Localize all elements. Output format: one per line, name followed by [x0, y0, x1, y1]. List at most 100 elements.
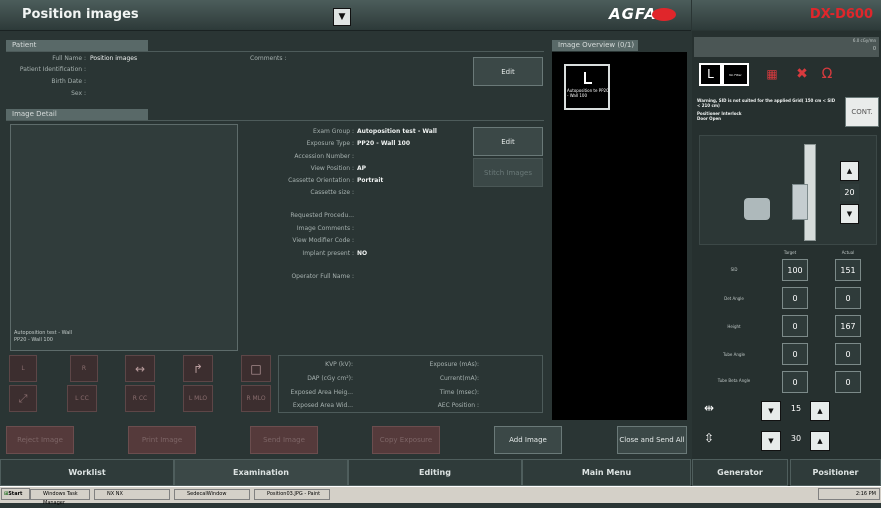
height-target-input[interactable]: 0: [782, 315, 808, 337]
exam-group-label: Exam Group :: [313, 128, 354, 135]
det-angle-label: Det Angle: [724, 296, 744, 301]
print-image-button[interactable]: Print Image: [128, 426, 196, 454]
det-angle-target-input[interactable]: 0: [782, 287, 808, 309]
height-up-button[interactable]: ▲: [840, 161, 859, 181]
aec-position-label: AEC Position :: [437, 402, 479, 409]
collimator-vertical-icon: ⇳: [704, 431, 715, 445]
tube-beta-target-input[interactable]: 0: [782, 371, 808, 393]
reject-image-button[interactable]: Reject Image: [6, 426, 74, 454]
close-and-send-all-button[interactable]: Close and Send All: [617, 426, 687, 454]
patient-edit-button[interactable]: Edit: [473, 57, 543, 86]
generator-status-bar: 6.0 cGy/mn 0: [694, 37, 879, 57]
device-title-bar: DX-D600: [692, 0, 881, 30]
height-display: 20: [840, 184, 859, 201]
sid-target-input[interactable]: 100: [782, 259, 808, 281]
collim-v-up-button[interactable]: ▲: [810, 431, 830, 451]
exposed-area-width-label: Exposed Area Wid...: [292, 402, 353, 409]
exposure-blocked-icon: ✖: [796, 66, 808, 82]
tab-examination[interactable]: Examination: [174, 459, 348, 486]
resize-icon[interactable]: ⤢: [9, 385, 37, 412]
generator-dose-rate: 6.0 cGy/mn: [852, 38, 876, 43]
image-comments-label: Image Comments :: [296, 225, 354, 232]
aec-icon: Ω: [821, 66, 833, 82]
tab-editing[interactable]: Editing: [348, 459, 522, 486]
cassette-size-label: Cassette size :: [310, 189, 354, 196]
time-label: Time (msec):: [439, 389, 479, 396]
height-actual-value: 167: [835, 315, 861, 337]
height-label: Height: [727, 324, 741, 329]
title-bar: Position images ▼ AGFA: [0, 0, 691, 31]
image-thumbnail[interactable]: Autoposition te PP20 - Wall 100: [564, 64, 610, 110]
flip-horizontal-icon[interactable]: ↔: [125, 355, 155, 382]
title-dropdown-button[interactable]: ▼: [333, 8, 351, 26]
grid-icon[interactable]: ▦: [762, 63, 782, 85]
taskbar-paint[interactable]: Position03.JPG - Paint: [254, 489, 330, 500]
collim-h-up-button[interactable]: ▲: [810, 401, 830, 421]
implant-present-label: Implant present :: [302, 250, 354, 257]
continue-button[interactable]: CONT.: [845, 97, 879, 127]
taskbar-clock: 2:16 PM: [818, 488, 880, 500]
device-name: DX-D600: [809, 7, 873, 22]
start-button[interactable]: ⊞Start: [1, 488, 30, 500]
taskbar-sedecal[interactable]: SedecalWindow: [174, 489, 250, 500]
tube-angle-label: Tube Angle: [722, 352, 746, 357]
cassette-orientation-value: Portrait: [357, 177, 384, 184]
thumbnail-l-marker-icon: [584, 72, 592, 84]
tool-l-button[interactable]: L: [9, 355, 37, 382]
taskbar-nx[interactable]: NX NX: [94, 489, 170, 500]
accession-number-label: Accession Number :: [294, 153, 354, 160]
birth-date-label: Birth Date :: [51, 78, 86, 85]
image-overview-header: Image Overview (0/1): [552, 40, 638, 51]
collim-h-value: 15: [790, 404, 802, 413]
add-image-button[interactable]: Add Image: [494, 426, 562, 454]
preview-caption-exam: Autoposition test - Wall: [14, 330, 73, 336]
xray-tube-icon: [744, 198, 770, 220]
implant-present-value: NO: [357, 250, 368, 257]
rotate-icon[interactable]: ↱: [183, 355, 213, 382]
tab-main-menu[interactable]: Main Menu: [522, 459, 691, 486]
height-down-button[interactable]: ▼: [840, 204, 859, 224]
preview-caption-exposure: PP20 - Wall 100: [14, 337, 53, 343]
generator-panel: [692, 31, 881, 459]
exposure-mas-label: Exposure (mAs):: [429, 361, 479, 368]
tab-positioner[interactable]: Positioner: [790, 459, 881, 486]
image-preview[interactable]: Autoposition test - Wall PP20 - Wall 100: [10, 124, 238, 351]
tab-generator[interactable]: Generator: [692, 459, 788, 486]
exposed-area-height-label: Exposed Area Heig...: [290, 389, 353, 396]
operator-name-label: Operator Full Name :: [291, 273, 354, 280]
tool-r-mlo-button[interactable]: R MLO: [241, 385, 271, 412]
target-header: Target: [783, 250, 797, 255]
detail-edit-button[interactable]: Edit: [473, 127, 543, 156]
cassette-orientation-label: Cassette Orientation :: [288, 177, 354, 184]
send-image-button[interactable]: Send Image: [250, 426, 318, 454]
full-name-label: Full Name :: [52, 55, 86, 62]
door-open-status: Door Open: [697, 116, 722, 121]
det-angle-actual-value: 0: [835, 287, 861, 309]
detector-icon[interactable]: L: [699, 63, 722, 86]
stitch-images-button[interactable]: Stitch Images: [473, 158, 543, 187]
tool-r-cc-button[interactable]: R CC: [125, 385, 155, 412]
tool-r-button[interactable]: R: [70, 355, 98, 382]
collim-v-down-button[interactable]: ▼: [761, 431, 781, 451]
taskbar-task-manager[interactable]: Windows Task Manager: [30, 489, 90, 506]
tube-angle-target-input[interactable]: 0: [782, 343, 808, 365]
tube-angle-actual-value: 0: [835, 343, 861, 365]
view-position-value: AP: [357, 165, 367, 172]
crop-icon[interactable]: □: [241, 355, 271, 382]
tool-l-mlo-button[interactable]: L MLO: [183, 385, 213, 412]
collim-v-value: 30: [790, 434, 802, 443]
view-position-label: View Position :: [310, 165, 354, 172]
filter-selector[interactable]: No Filter: [722, 63, 749, 86]
copy-exposure-button[interactable]: Copy Exposure: [372, 426, 440, 454]
sex-label: Sex :: [71, 90, 86, 97]
kvp-label: KVP (kV):: [325, 361, 353, 368]
page-title: Position images: [22, 7, 139, 22]
requested-procedure-label: Requested Procedu...: [290, 212, 354, 219]
sid-label: SID: [730, 267, 738, 272]
tab-worklist[interactable]: Worklist: [0, 459, 174, 486]
generator-dose-value: 0: [872, 46, 876, 52]
positioner-diagram: ▲ 20 ▼: [699, 135, 877, 245]
tool-l-cc-button[interactable]: L CC: [67, 385, 97, 412]
full-name-value: Position images: [90, 55, 138, 62]
collim-h-down-button[interactable]: ▼: [761, 401, 781, 421]
